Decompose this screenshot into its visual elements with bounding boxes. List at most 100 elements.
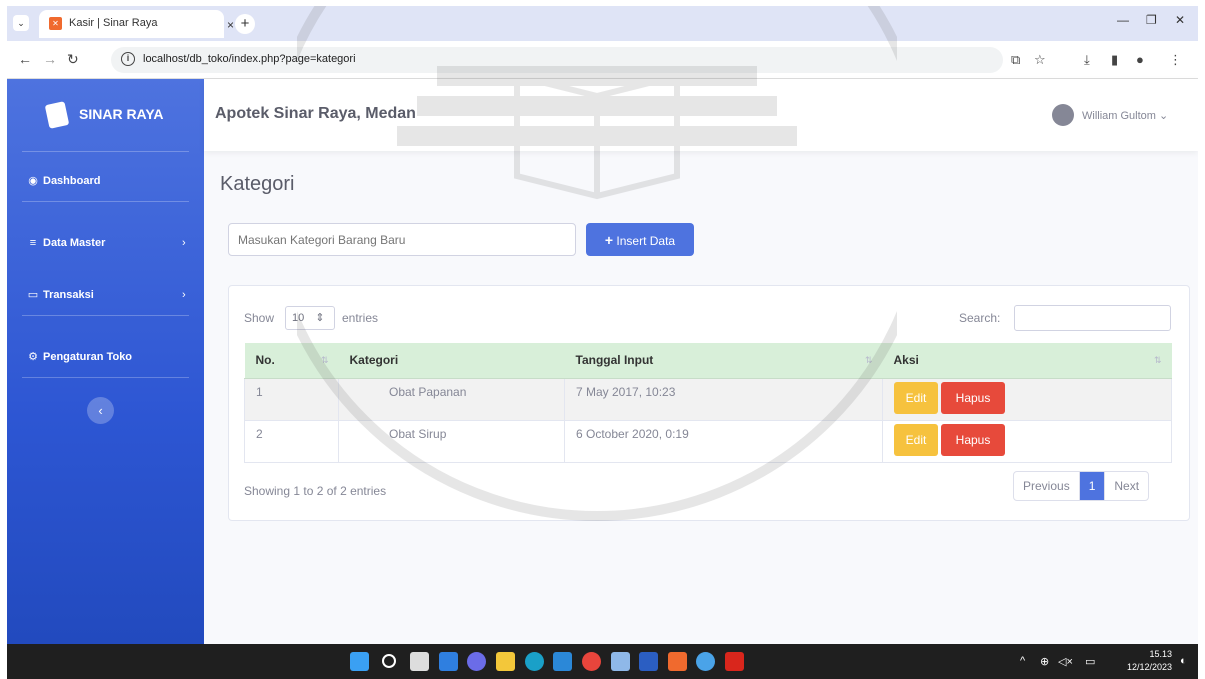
category-table-card: Show 10 ⇕ entries Search: No. ⇅ Kategori … <box>228 285 1190 521</box>
page-1-button[interactable]: 1 <box>1079 472 1106 500</box>
edit-button[interactable]: Edit <box>894 381 938 414</box>
delete-button[interactable]: Hapus <box>941 423 1005 456</box>
next-page-button[interactable]: Next <box>1105 472 1148 500</box>
sidebar-item-dashboard[interactable]: ◉ Dashboard <box>7 167 204 197</box>
chevron-right-icon: › <box>182 289 186 301</box>
previous-page-button[interactable]: Previous <box>1014 472 1080 500</box>
header-no[interactable]: No. ⇅ <box>244 343 339 379</box>
header-label: No. <box>255 353 275 368</box>
battery-icon[interactable]: ▭ <box>1085 655 1095 668</box>
settings-icon[interactable] <box>611 652 630 671</box>
cash-register-icon <box>44 101 70 129</box>
sidebar-divider <box>22 315 189 316</box>
sort-icon: ⇅ <box>864 355 873 365</box>
sidebar-item-label: Transaksi <box>43 289 94 301</box>
sidebar-divider <box>22 151 189 152</box>
chevron-down-icon: ⌄ <box>1159 110 1169 122</box>
profile-icon[interactable]: ● <box>1136 52 1144 67</box>
topbar: Apotek Sinar Raya, Medan William Gultom … <box>204 79 1198 151</box>
table-info: Showing 1 to 2 of 2 entries <box>244 484 387 498</box>
entries-label: entries <box>342 311 379 325</box>
store-title: Apotek Sinar Raya, Medan <box>215 105 416 122</box>
sidebar-item-data-master[interactable]: ≡ Data Master › <box>7 229 204 259</box>
translate-icon[interactable]: ⧉ <box>1011 52 1020 68</box>
system-clock[interactable]: 15.13 12/12/2023 <box>1127 648 1172 674</box>
header-aksi[interactable]: Aksi ⇅ <box>882 343 1172 379</box>
menu-icon[interactable]: ⋮ <box>1169 52 1182 68</box>
file-explorer-icon[interactable] <box>496 652 515 671</box>
header-kategori[interactable]: Kategori <box>338 343 565 379</box>
sidebar-item-label: Dashboard <box>43 175 101 187</box>
insert-data-button[interactable]: + Insert Data <box>586 223 694 256</box>
page-title: Kategori <box>220 173 295 195</box>
tab-close-icon[interactable]: × <box>227 18 234 32</box>
widgets-icon[interactable] <box>439 652 458 671</box>
cell-aksi: Edit Hapus <box>882 419 1172 463</box>
sidebar-toggle-button[interactable]: ‹ <box>87 397 114 424</box>
sidebar-brand[interactable]: SINAR RAYA <box>7 79 204 151</box>
download-icon[interactable]: ⤓ <box>1084 52 1090 68</box>
windows-taskbar: ^ ⊕ ◁× ▭ 15.13 12/12/2023 ◐ <box>7 644 1198 679</box>
entries-select[interactable]: 10 ⇕ <box>285 306 335 330</box>
edit-button[interactable]: Edit <box>894 423 938 456</box>
avatar[interactable] <box>1052 104 1074 126</box>
notification-icon[interactable]: ◐ <box>1180 655 1187 667</box>
plus-icon: + <box>604 231 614 248</box>
search-input[interactable] <box>1014 305 1171 331</box>
speaker-muted-icon[interactable]: ◁× <box>1058 655 1073 668</box>
url-text[interactable]: localhost/db_toko/index.php?page=kategor… <box>143 53 356 65</box>
restore-icon[interactable]: ❐ <box>1146 13 1157 27</box>
cell-aksi: Edit Hapus <box>882 377 1172 421</box>
bookmark-star-icon[interactable]: ☆ <box>1034 52 1046 68</box>
sidebar: SINAR RAYA ◉ Dashboard ≡ Data Master › ▭… <box>7 79 204 644</box>
camera-icon[interactable] <box>553 652 572 671</box>
address-bar[interactable]: i localhost/db_toko/index.php?page=kateg… <box>111 47 1003 73</box>
sort-icon: ⇅ <box>1153 355 1162 365</box>
header-label: Aksi <box>893 353 919 368</box>
tachometer-icon: ◉ <box>28 175 38 187</box>
brand-name: SINAR RAYA <box>79 106 164 122</box>
info-icon[interactable]: i <box>121 52 135 66</box>
new-tab-button[interactable]: + <box>235 14 255 34</box>
edge-icon[interactable] <box>525 652 544 671</box>
category-input[interactable] <box>228 223 576 256</box>
chrome-icon[interactable] <box>582 652 601 671</box>
main-content: Apotek Sinar Raya, Medan William Gultom … <box>204 79 1198 644</box>
xampp-icon[interactable] <box>668 652 687 671</box>
pdf-reader-icon[interactable] <box>725 652 744 671</box>
sidepanel-icon[interactable]: ▮ <box>1111 52 1118 68</box>
user-name: William Gultom <box>1082 110 1156 122</box>
user-menu[interactable]: William Gultom ⌄ <box>1082 109 1168 122</box>
search-icon[interactable] <box>382 654 396 668</box>
cell-no: 1 <box>244 377 339 421</box>
sidebar-divider <box>22 201 189 202</box>
globe-icon[interactable]: ⊕ <box>1040 655 1049 668</box>
color-app-icon[interactable] <box>696 652 715 671</box>
table-row: 2 Obat Sirup 6 October 2020, 0:19 Edit Ha… <box>244 419 1172 463</box>
cell-tanggal: 7 May 2017, 10:23 <box>564 377 883 421</box>
window-close-icon[interactable]: ✕ <box>1175 13 1185 27</box>
reload-icon[interactable]: ↻ <box>67 51 79 68</box>
forward-icon[interactable]: → <box>43 51 57 67</box>
sort-icon: ⇅ <box>320 355 329 365</box>
navigation-bar: ← → ↻ i localhost/db_toko/index.php?page… <box>7 41 1198 79</box>
task-view-icon[interactable] <box>410 652 429 671</box>
minimize-icon[interactable]: — <box>1117 13 1129 27</box>
windows-start-icon[interactable] <box>350 652 369 671</box>
tab-search-icon[interactable]: ⌄ <box>13 15 29 31</box>
tab-kasir[interactable]: ✕ Kasir | Sinar Raya × <box>39 10 234 38</box>
header-label: Tanggal Input <box>575 353 654 368</box>
teams-icon[interactable] <box>467 652 486 671</box>
sidebar-item-transaksi[interactable]: ▭ Transaksi › <box>7 281 204 311</box>
tab-bar: ⌄ ✕ Kasir | Sinar Raya × + — ❐ ✕ <box>7 6 1198 41</box>
sidebar-item-pengaturan-toko[interactable]: ⚙ Pengaturan Toko <box>7 343 204 373</box>
cell-tanggal: 6 October 2020, 0:19 <box>564 419 883 463</box>
header-tanggal-input[interactable]: Tanggal Input ⇅ <box>564 343 883 379</box>
browser-window: ⌄ ✕ Kasir | Sinar Raya × + — ❐ ✕ ← → ↻ i… <box>7 6 1198 644</box>
show-label: Show <box>244 311 275 325</box>
word-icon[interactable] <box>639 652 658 671</box>
chevron-up-icon[interactable]: ^ <box>1020 655 1025 667</box>
back-icon[interactable]: ← <box>18 51 32 67</box>
table-header-row: No. ⇅ Kategori Tanggal Input ⇅ Aksi ⇅ <box>244 343 1172 379</box>
delete-button[interactable]: Hapus <box>941 381 1005 414</box>
